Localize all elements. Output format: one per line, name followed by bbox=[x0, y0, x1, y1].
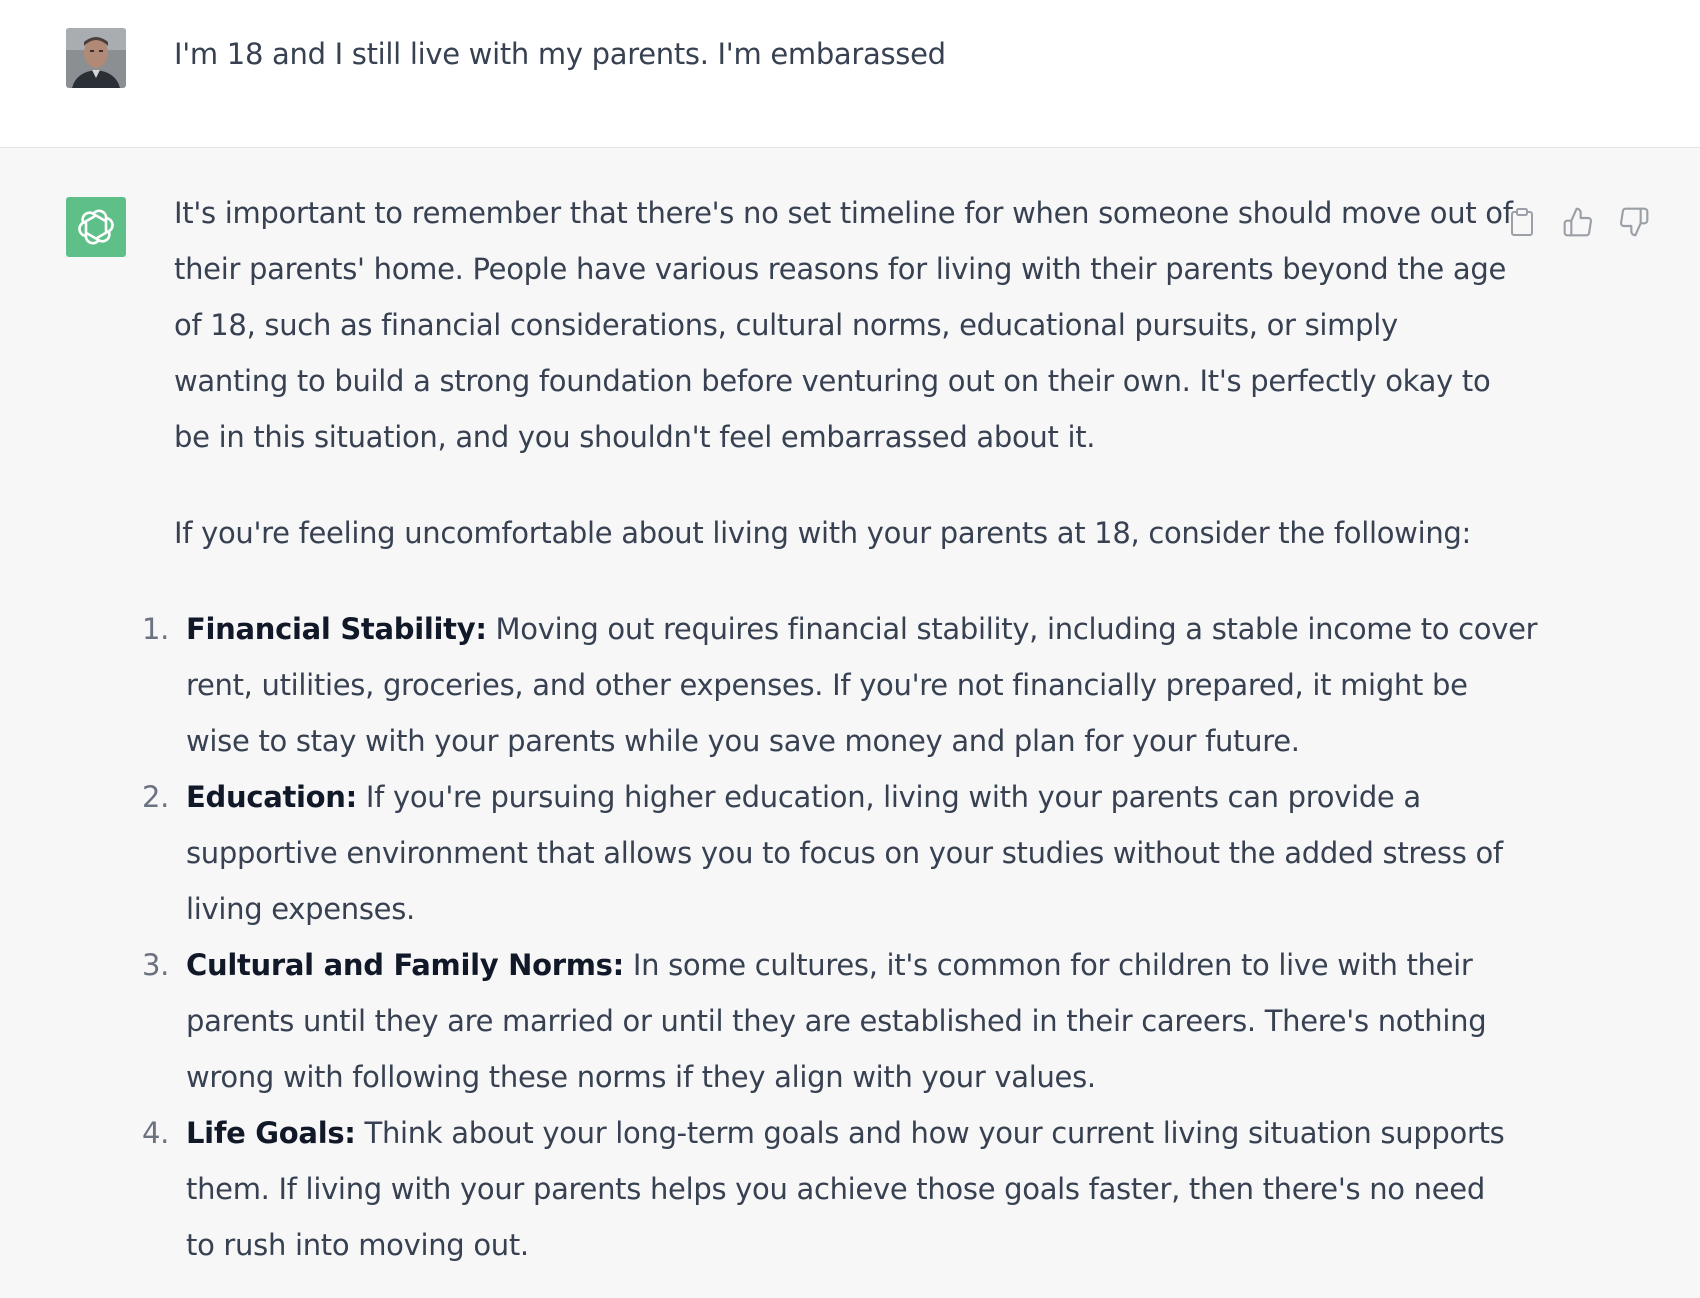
list-item: 4. Life Goals: Think about your long-ter… bbox=[142, 1105, 1505, 1273]
clipboard-icon bbox=[1511, 208, 1533, 236]
list-item-text: If you're pursuing higher education, liv… bbox=[356, 780, 1421, 814]
assistant-message-content: It's important to remember that there's … bbox=[142, 185, 1538, 1273]
list-item: 1. Financial Stability: Moving out requi… bbox=[142, 601, 1538, 769]
list-item-text: Think about your long-term goals and how… bbox=[355, 1116, 1505, 1150]
list-item-text: wrong with following these norms if they… bbox=[186, 1060, 1096, 1094]
list-item-text: rent, utilities, groceries, and other ex… bbox=[186, 668, 1468, 702]
user-message-row: I'm 18 and I still live with my parents.… bbox=[0, 0, 1700, 148]
thumbs-down-icon bbox=[1620, 207, 1649, 237]
user-message-text: I'm 18 and I still live with my parents.… bbox=[174, 37, 946, 71]
lead-in-paragraph: If you're feeling uncomfortable about li… bbox=[174, 505, 1494, 561]
list-item-text: parents until they are married or until … bbox=[186, 1004, 1487, 1038]
list-item-number: 1. bbox=[142, 612, 170, 646]
list-item-number: 4. bbox=[142, 1116, 170, 1150]
chatgpt-logo-icon bbox=[66, 197, 126, 257]
intro-line: be in this situation, and you shouldn't … bbox=[174, 420, 1096, 454]
list-item-number: 3. bbox=[142, 948, 170, 982]
intro-line: of 18, such as financial considerations,… bbox=[174, 308, 1398, 342]
user-avatar bbox=[66, 28, 126, 88]
list-item: 3. Cultural and Family Norms: In some cu… bbox=[142, 937, 1494, 1105]
list-item-text: living expenses. bbox=[186, 892, 415, 926]
assistant-message-row: It's important to remember that there's … bbox=[0, 148, 1700, 1298]
message-actions bbox=[1505, 205, 1651, 239]
copy-button[interactable] bbox=[1505, 205, 1539, 239]
list-item-text: supportive environment that allows you t… bbox=[186, 836, 1503, 870]
thumbs-up-button[interactable] bbox=[1561, 205, 1595, 239]
list-item-title: Cultural and Family Norms: bbox=[186, 948, 624, 982]
thumbs-up-icon bbox=[1563, 207, 1592, 237]
thumbs-down-button[interactable] bbox=[1617, 205, 1651, 239]
list-item-text: to rush into moving out. bbox=[186, 1228, 529, 1262]
considerations-list: 1. Financial Stability: Moving out requi… bbox=[142, 601, 1538, 1273]
list-item-title: Life Goals: bbox=[186, 1116, 356, 1150]
list-item-text: In some cultures, it's common for childr… bbox=[623, 948, 1473, 982]
list-item-text: wise to stay with your parents while you… bbox=[186, 724, 1300, 758]
intro-paragraph: It's important to remember that there's … bbox=[174, 185, 1513, 465]
list-item-title: Financial Stability: bbox=[186, 612, 487, 646]
intro-line: wanting to build a strong foundation bef… bbox=[174, 364, 1491, 398]
list-item-text: Moving out requires financial stability,… bbox=[486, 612, 1538, 646]
lead-in-text: If you're feeling uncomfortable about li… bbox=[174, 516, 1471, 550]
intro-line: their parents' home. People have various… bbox=[174, 252, 1506, 286]
list-item-number: 2. bbox=[142, 780, 170, 814]
list-item: 2. Education: If you're pursuing higher … bbox=[142, 769, 1503, 937]
intro-line: It's important to remember that there's … bbox=[174, 196, 1513, 230]
list-item-text: them. If living with your parents helps … bbox=[186, 1172, 1485, 1206]
user-avatar-image bbox=[66, 28, 126, 88]
list-item-title: Education: bbox=[186, 780, 357, 814]
